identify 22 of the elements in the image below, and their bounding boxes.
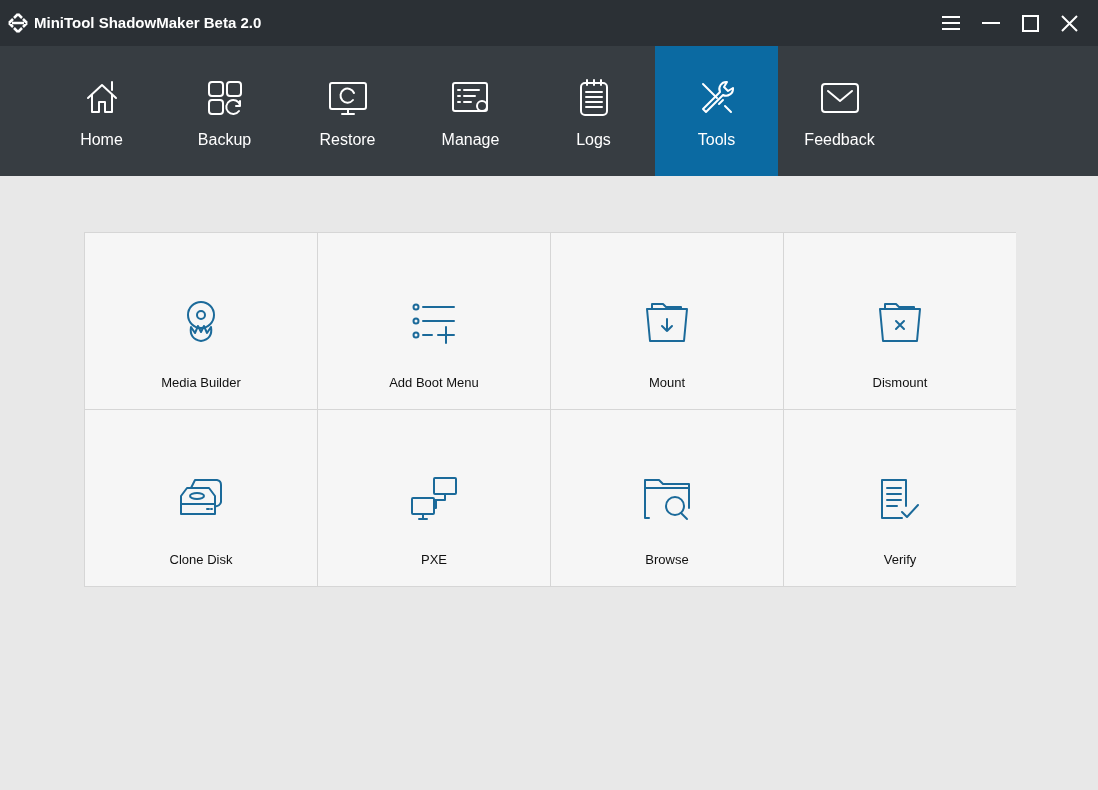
- maximize-icon[interactable]: [1022, 14, 1039, 32]
- tool-tile[interactable]: Dismount: [784, 233, 1016, 409]
- nav-tab[interactable]: Feedback: [778, 46, 901, 176]
- tool-tile[interactable]: Verify: [784, 410, 1016, 586]
- nav-tab[interactable]: Home: [40, 46, 163, 176]
- nav-tab[interactable]: Restore: [286, 46, 409, 176]
- tool-tile[interactable]: Browse: [551, 410, 783, 586]
- tool-tile[interactable]: Media Builder: [85, 233, 317, 409]
- nav-tab[interactable]: Backup: [163, 46, 286, 176]
- folder-search-icon: [643, 476, 691, 522]
- nav-tab[interactable]: Tools: [655, 46, 778, 176]
- window-title: MiniTool ShadowMaker Beta 2.0: [34, 12, 262, 33]
- tool-tile[interactable]: Mount: [551, 233, 783, 409]
- nav-tab[interactable]: Manage: [409, 46, 532, 176]
- tool-tile[interactable]: Add Boot Menu: [318, 233, 550, 409]
- close-icon[interactable]: [1061, 14, 1078, 32]
- nav-tab[interactable]: Logs: [532, 46, 655, 176]
- tool-tile[interactable]: Clone Disk: [85, 410, 317, 586]
- arrows-logo-icon: [8, 13, 28, 33]
- network-computers-icon: [410, 476, 458, 522]
- menu-icon[interactable]: [942, 16, 960, 30]
- tool-tile[interactable]: PXE: [318, 410, 550, 586]
